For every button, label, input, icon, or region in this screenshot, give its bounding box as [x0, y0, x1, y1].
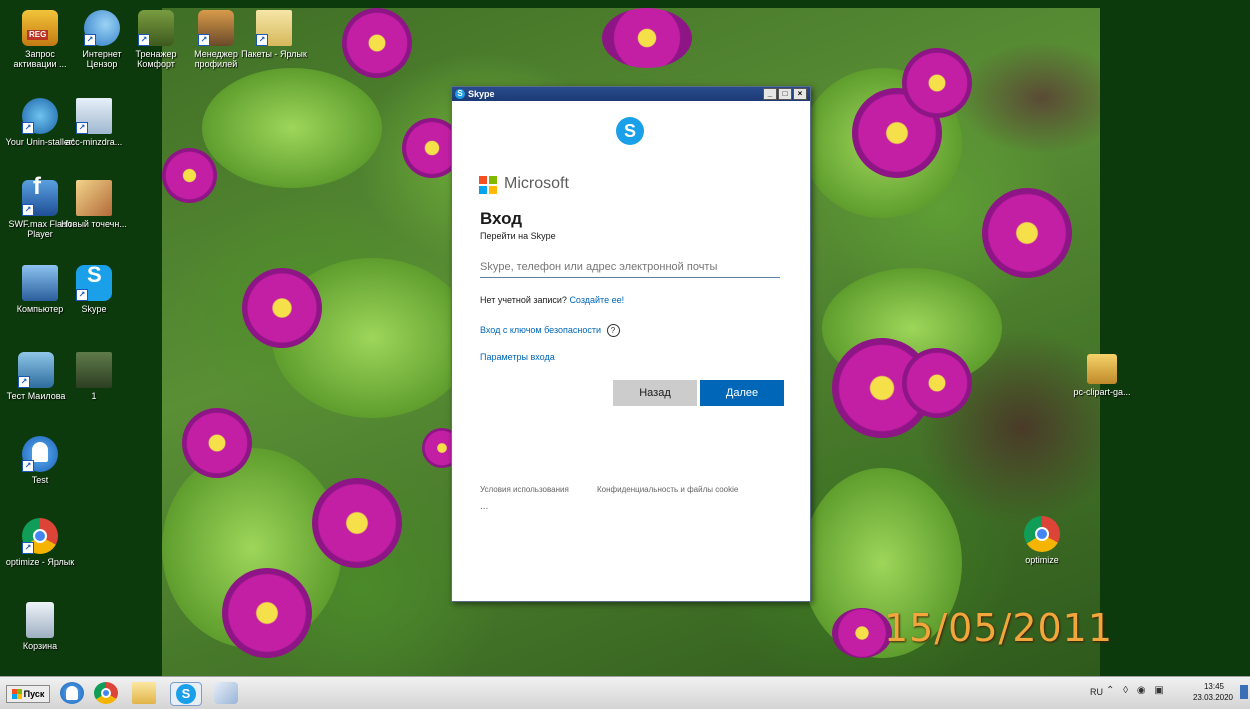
desktop: 15/05/2011 REG Запрос активации ... ↗ Ин… [0, 0, 1250, 676]
signin-options-link[interactable]: Параметры входа [480, 352, 555, 362]
profile-manager-icon: ↗ [198, 10, 234, 46]
primrose-flower [342, 8, 412, 78]
shortcut-arrow-icon: ↗ [18, 376, 30, 388]
primrose-flower [162, 148, 217, 203]
start-button[interactable]: Пуск [6, 685, 50, 703]
taskbar: Пуск S RU ⌃ ◊ ◉ ▣ 13:45 23.03.2020 [0, 676, 1250, 709]
packages-icon: ↗ [256, 10, 292, 46]
security-key-link[interactable]: Вход с ключом безопасности [480, 325, 601, 335]
system-tray-icons[interactable]: ⌃ ◊ ◉ ▣ [1106, 685, 1167, 696]
signin-options-row: Параметры входа [480, 352, 555, 362]
primrose-flower [982, 188, 1072, 278]
more-options-button[interactable]: ... [480, 501, 488, 512]
primrose-flower [222, 568, 312, 658]
reg-icon: REG [22, 10, 58, 46]
desktop-icon-optimize[interactable]: optimize [1006, 516, 1078, 565]
microsoft-brand-name: Microsoft [504, 175, 569, 192]
clipart-icon [1087, 354, 1117, 384]
signin-heading: Вход [480, 209, 523, 228]
taskbar-ghost-icon[interactable] [60, 682, 84, 704]
computer-icon [22, 265, 58, 301]
desktop-icon-recycle-bin[interactable]: Корзина [4, 602, 76, 651]
maximize-button[interactable]: □ [778, 88, 792, 100]
clock-time[interactable]: 13:45 [1192, 682, 1236, 691]
shortcut-arrow-icon: ↗ [22, 122, 34, 134]
close-button[interactable]: × [793, 88, 807, 100]
taskbar-paint-icon[interactable] [214, 682, 238, 704]
security-key-row: Вход с ключом безопасности ? [480, 324, 620, 337]
chrome-icon [1024, 516, 1060, 552]
primrose-flower [602, 8, 692, 68]
create-account-link[interactable]: Создайте ее! [569, 295, 624, 305]
taskbar-chrome-icon[interactable] [94, 682, 118, 704]
bitmap-icon [76, 180, 112, 216]
primrose-flower [312, 478, 402, 568]
test-program-icon: ↗ [18, 352, 54, 388]
primrose-flower [242, 268, 322, 348]
desktop-icon-pc-clipart[interactable]: pc-clipart-ga... [1066, 354, 1138, 397]
taskbar-skype-icon[interactable]: S [170, 682, 202, 706]
window-title: Skype [468, 89, 495, 99]
desktop-icon-new-bitmap[interactable]: Новый точечн... [58, 180, 130, 229]
chrome-icon: ↗ [22, 518, 58, 554]
skype-logo-icon: S [616, 117, 644, 145]
primrose-flower [902, 48, 972, 118]
desktop-icon-packages[interactable]: ↗ Пакеты - Ярлык [238, 10, 310, 59]
minimize-button[interactable]: _ [763, 88, 777, 100]
ghost-icon: ↗ [22, 436, 58, 472]
clock-date[interactable]: 23.03.2020 [1188, 693, 1238, 702]
shortcut-arrow-icon: ↗ [22, 542, 34, 554]
privacy-link[interactable]: Конфиденциальность и файлы cookie [597, 485, 738, 494]
shortcut-arrow-icon: ↗ [256, 34, 268, 46]
show-desktop-button[interactable] [1240, 685, 1248, 699]
window-titlebar[interactable]: S Skype _ □ × [452, 87, 810, 101]
skype-login-window: S Skype _ □ × S Microsoft Вход Перейти н… [451, 86, 811, 602]
shortcut-arrow-icon: ↗ [22, 204, 34, 216]
microsoft-logo-icon [479, 176, 497, 194]
shortcut-arrow-icon: ↗ [198, 34, 210, 46]
primrose-flower [902, 348, 972, 418]
next-button[interactable]: Далее [700, 380, 784, 406]
window-controls: _ □ × [763, 88, 807, 100]
shortcut-arrow-icon: ↗ [138, 34, 150, 46]
signin-subheading: Перейти на Skype [480, 231, 556, 241]
shortcut-arrow-icon: ↗ [84, 34, 96, 46]
movie-file-icon [76, 352, 112, 388]
taskbar-folder-icon[interactable] [132, 682, 156, 704]
skype-icon: S ↗ [76, 264, 112, 301]
trainer-icon: ↗ [138, 10, 174, 46]
shortcut-arrow-icon: ↗ [22, 460, 34, 472]
desktop-icon-test[interactable]: ↗ Test [4, 436, 76, 485]
wallpaper-leaf [202, 68, 382, 188]
back-button[interactable]: Назад [613, 380, 697, 406]
login-input[interactable] [480, 257, 780, 278]
language-indicator[interactable]: RU [1090, 687, 1103, 697]
desktop-icon-acc-minzdrav[interactable]: ↗ acc-minzdra... [58, 98, 130, 147]
skype-small-icon: S [455, 89, 465, 99]
flash-player-icon: f ↗ [22, 175, 58, 216]
uninstaller-icon: ↗ [22, 98, 58, 134]
internet-censor-icon: ↗ [84, 10, 120, 46]
windows-flag-icon [11, 689, 22, 699]
primrose-flower [182, 408, 252, 478]
shortcut-arrow-icon: ↗ [76, 122, 88, 134]
primrose-flower [832, 608, 892, 658]
desktop-icon-skype[interactable]: S ↗ Skype [58, 264, 130, 314]
desktop-icon-optimize-shortcut[interactable]: ↗ optimize - Ярлык [4, 518, 76, 567]
recycle-bin-icon [26, 602, 54, 638]
photo-date-stamp: 15/05/2011 [884, 606, 1114, 650]
help-icon[interactable]: ? [606, 324, 620, 337]
no-account-text: Нет учетной записи? Создайте ее! [480, 295, 625, 305]
desktop-icon-1[interactable]: 1 [58, 352, 130, 401]
terms-link[interactable]: Условия использования [480, 485, 569, 494]
start-label: Пуск [23, 689, 45, 699]
shortcut-arrow-icon: ↗ [76, 289, 88, 301]
image-file-icon: ↗ [76, 98, 112, 134]
